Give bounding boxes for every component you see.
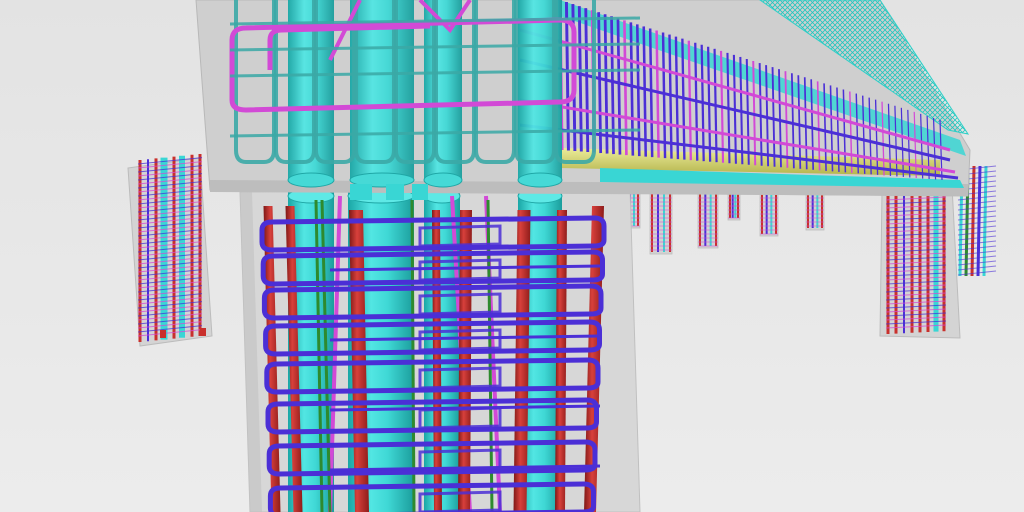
bar-stub bbox=[412, 184, 428, 200]
front-column bbox=[239, 180, 641, 512]
bar-end bbox=[200, 328, 206, 336]
beam-cap bbox=[195, 0, 971, 200]
bar-bottom bbox=[423, 172, 463, 188]
bar-stub bbox=[386, 184, 404, 200]
bar-stub bbox=[350, 184, 372, 200]
left-distant-column bbox=[127, 154, 213, 347]
model-viewport[interactable] bbox=[0, 0, 1024, 512]
rebar-3d-scene bbox=[0, 0, 1024, 512]
bar-end bbox=[160, 330, 166, 338]
bar-bottom bbox=[287, 172, 335, 188]
rebar bbox=[970, 165, 976, 277]
bar-bottom bbox=[517, 172, 563, 188]
